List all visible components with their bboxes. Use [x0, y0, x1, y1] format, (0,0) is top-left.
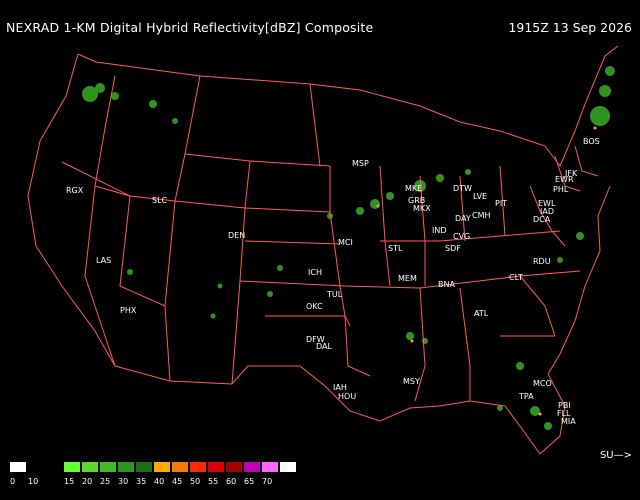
svg-text:CMH: CMH	[472, 211, 491, 220]
svg-text:BOS: BOS	[583, 137, 600, 146]
legend-tick: 45	[172, 477, 183, 486]
svg-text:MEM: MEM	[398, 274, 417, 283]
legend-swatch	[28, 462, 45, 472]
svg-text:ATL: ATL	[474, 309, 489, 318]
station-labels: RGX SLC DEN LAS PHX MSP MKE GRB MKX DTW …	[66, 137, 600, 426]
map-title: NEXRAD 1-KM Digital Hybrid Reflectivity[…	[6, 20, 374, 35]
legend-swatch	[226, 462, 243, 472]
legend-swatch	[262, 462, 279, 472]
svg-text:MCO: MCO	[533, 379, 552, 388]
svg-text:RDU: RDU	[533, 257, 551, 266]
svg-text:TPA: TPA	[518, 392, 534, 401]
legend-tick: 50	[190, 477, 201, 486]
svg-text:SDF: SDF	[445, 244, 461, 253]
radar-map: RGX SLC DEN LAS PHX MSP MKE GRB MKX DTW …	[27, 45, 619, 455]
svg-text:PHL: PHL	[553, 185, 569, 194]
svg-text:BNA: BNA	[438, 280, 455, 289]
svg-text:LVE: LVE	[473, 192, 487, 201]
legend-tick: 30	[118, 477, 129, 486]
legend-swatch	[244, 462, 261, 472]
svg-text:DTW: DTW	[453, 184, 472, 193]
svg-text:CVG: CVG	[453, 232, 470, 241]
credit-label: SU—>	[599, 450, 632, 461]
legend-tick: 70	[262, 477, 273, 486]
svg-text:TUL: TUL	[326, 290, 343, 299]
color-scale-legend: 0 10 15 20 25 30 35 40 45 50 55 60 65 70	[10, 462, 330, 498]
svg-text:MSP: MSP	[352, 159, 369, 168]
legend-swatch	[64, 462, 81, 472]
legend-tick: 55	[208, 477, 219, 486]
legend-swatch	[46, 462, 63, 472]
timestamp: 1915Z 13 Sep 2026	[508, 20, 632, 35]
legend-tick: 40	[154, 477, 165, 486]
svg-text:MKE: MKE	[405, 184, 422, 193]
svg-text:MSY: MSY	[403, 377, 420, 386]
svg-text:DAY: DAY	[455, 214, 471, 223]
legend-swatch	[100, 462, 117, 472]
radar-echoes	[82, 66, 615, 430]
legend-swatch	[190, 462, 207, 472]
svg-text:MCI: MCI	[338, 238, 353, 247]
legend-tick: 65	[244, 477, 255, 486]
legend-tick: 0	[10, 477, 16, 486]
svg-text:IAH: IAH	[333, 383, 347, 392]
svg-text:MKX: MKX	[413, 204, 431, 213]
svg-text:DEN: DEN	[228, 231, 245, 240]
svg-text:MIA: MIA	[561, 417, 576, 426]
legend-tick: 35	[136, 477, 147, 486]
legend-swatch	[208, 462, 225, 472]
legend-swatch	[118, 462, 135, 472]
legend-tick: 15	[64, 477, 75, 486]
svg-text:ICH: ICH	[308, 268, 322, 277]
legend-tick: 25	[100, 477, 111, 486]
svg-text:DCA: DCA	[533, 215, 551, 224]
svg-text:DAL: DAL	[316, 342, 332, 351]
svg-text:CLT: CLT	[509, 273, 523, 282]
legend-swatch	[10, 462, 27, 472]
svg-text:PHX: PHX	[120, 306, 137, 315]
legend-tick: 10	[28, 477, 39, 486]
header: NEXRAD 1-KM Digital Hybrid Reflectivity[…	[0, 0, 640, 40]
legend-swatch	[82, 462, 99, 472]
svg-text:STL: STL	[388, 244, 403, 253]
svg-text:OKC: OKC	[306, 302, 323, 311]
svg-text:LAS: LAS	[96, 256, 111, 265]
svg-text:RGX: RGX	[66, 186, 84, 195]
legend-swatch	[136, 462, 153, 472]
legend-tick: 60	[226, 477, 237, 486]
svg-text:JFK: JFK	[564, 169, 578, 178]
svg-text:SLC: SLC	[152, 196, 168, 205]
legend-swatch	[154, 462, 171, 472]
svg-text:PIT: PIT	[495, 199, 507, 208]
svg-text:HOU: HOU	[338, 392, 356, 401]
legend-tick: 20	[82, 477, 93, 486]
legend-swatch	[280, 462, 297, 472]
legend-swatch	[172, 462, 189, 472]
svg-text:IND: IND	[432, 226, 447, 235]
